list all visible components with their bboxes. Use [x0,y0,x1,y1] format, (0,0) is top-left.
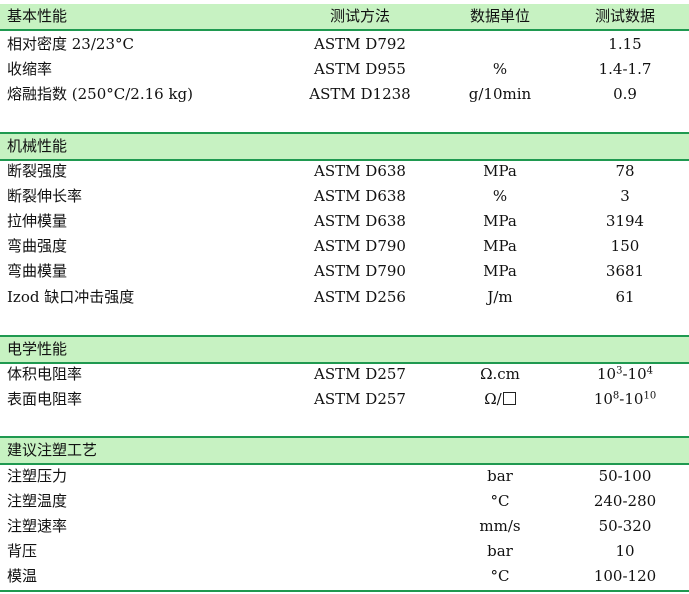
property-name: 背压 [7,542,38,560]
table-row: 体积电阻率 ASTM D257 Ω.cm 103-104 [0,362,689,387]
value-base: 10 [593,390,613,408]
table-row: 注塑温度 °C 240-280 [0,489,689,514]
property-name: 相对密度 23/23°C [7,35,134,53]
data-unit: J/m [487,288,513,306]
test-value: 10 [615,542,635,560]
data-unit: MPa [483,262,517,280]
table-row: 断裂强度 ASTM D638 MPa 78 [0,159,689,184]
section-rule [0,590,689,592]
data-unit: MPa [483,162,517,180]
property-name: 表面电阻率 [7,390,83,408]
table-row: 注塑速率 mm/s 50-320 [0,514,689,539]
property-name: 注塑速率 [7,517,68,535]
property-name: 注塑温度 [7,492,68,510]
property-name: 体积电阻率 [7,365,83,383]
test-value: 1.15 [608,35,642,53]
data-unit: % [492,187,508,205]
data-unit [440,32,560,57]
data-unit: Ω.cm [480,365,520,383]
property-name: 弯曲强度 [7,237,68,255]
table-row: 表面电阻率 ASTM D257 Ω/ 108-1010 [0,387,689,412]
test-value: 100-120 [593,567,657,585]
header-test-data: 测试数据 [594,7,655,25]
test-value: 103-104 [560,362,689,387]
square-symbol-icon [502,392,516,405]
table-row: 收缩率 ASTM D955 % 1.4-1.7 [0,57,689,82]
data-unit: MPa [483,212,517,230]
test-value: 108-1010 [560,387,689,412]
section-title: 电学性能 [7,340,68,358]
unit-text: Ω/ [484,390,502,408]
test-method: ASTM D792 [314,35,406,53]
test-value: 240-280 [593,492,657,510]
test-method: ASTM D256 [314,288,406,306]
test-method: ASTM D257 [314,390,406,408]
section-title: 机械性能 [7,137,68,155]
test-method: ASTM D638 [314,187,406,205]
value-exponent: 4 [646,365,653,377]
property-datasheet: 基本性能 测试方法 数据单位 测试数据 相对密度 23/23°C ASTM D7… [0,0,689,594]
test-method: ASTM D955 [314,60,406,78]
table-row: Izod 缺口冲击强度 ASTM D256 J/m 61 [0,285,689,310]
property-name: 断裂伸长率 [7,187,83,205]
test-value: 3 [620,187,630,205]
test-value: 0.9 [613,85,637,103]
data-unit: g/10min [468,85,532,103]
data-unit: MPa [483,237,517,255]
property-name: 收缩率 [7,60,53,78]
test-method: ASTM D1238 [309,85,411,103]
test-method: ASTM D790 [314,237,406,255]
test-value: 150 [610,237,640,255]
header-basic-properties: 基本性能 [7,7,68,25]
test-method: ASTM D257 [314,365,406,383]
test-method: ASTM D790 [314,262,406,280]
property-name: 模温 [7,567,38,585]
section-header-process: 建议注塑工艺 [0,438,689,463]
table-row: 背压 bar 10 [0,539,689,564]
data-unit: mm/s [479,517,521,535]
data-unit: bar [487,542,513,560]
test-method: ASTM D638 [314,162,406,180]
table-row: 弯曲模量 ASTM D790 MPa 3681 [0,259,689,284]
test-value: 50-100 [598,467,652,485]
section-title: 建议注塑工艺 [7,441,98,459]
test-value: 3681 [605,262,645,280]
property-name: 拉伸模量 [7,212,68,230]
section-header-mechanical: 机械性能 [0,134,689,159]
property-name: 熔融指数 (250°C/2.16 kg) [7,85,193,103]
value-base: 10 [624,390,644,408]
property-name: 注塑压力 [7,467,68,485]
test-method: ASTM D638 [314,212,406,230]
table-header-row: 基本性能 测试方法 数据单位 测试数据 [0,4,689,29]
value-base: 10 [596,365,617,383]
data-unit: °C [490,567,510,585]
table-row: 相对密度 23/23°C ASTM D792 1.15 [0,32,689,57]
data-unit: °C [490,492,510,510]
table-row: 断裂伸长率 ASTM D638 % 3 [0,184,689,209]
table-row: 拉伸模量 ASTM D638 MPa 3194 [0,209,689,234]
table-row: 模温 °C 100-120 [0,564,689,589]
data-unit: bar [487,467,513,485]
value-base: 10 [627,365,647,383]
data-unit: % [492,60,508,78]
test-value: 50-320 [598,517,652,535]
data-unit: Ω/ [440,387,560,412]
test-value: 1.4-1.7 [598,60,652,78]
test-value: 78 [615,162,635,180]
test-value: 3194 [605,212,645,230]
property-name: 断裂强度 [7,162,68,180]
property-name: Izod 缺口冲击强度 [7,288,135,306]
section-rule [0,29,689,31]
header-data-unit: 数据单位 [469,7,530,25]
section-header-electrical: 电学性能 [0,337,689,362]
table-row: 熔融指数 (250°C/2.16 kg) ASTM D1238 g/10min … [0,82,689,107]
test-value: 61 [615,288,635,306]
property-name: 弯曲模量 [7,262,68,280]
table-row: 注塑压力 bar 50-100 [0,464,689,489]
table-row: 弯曲强度 ASTM D790 MPa 150 [0,234,689,259]
header-test-method: 测试方法 [329,7,390,25]
value-exponent: 10 [643,390,657,402]
